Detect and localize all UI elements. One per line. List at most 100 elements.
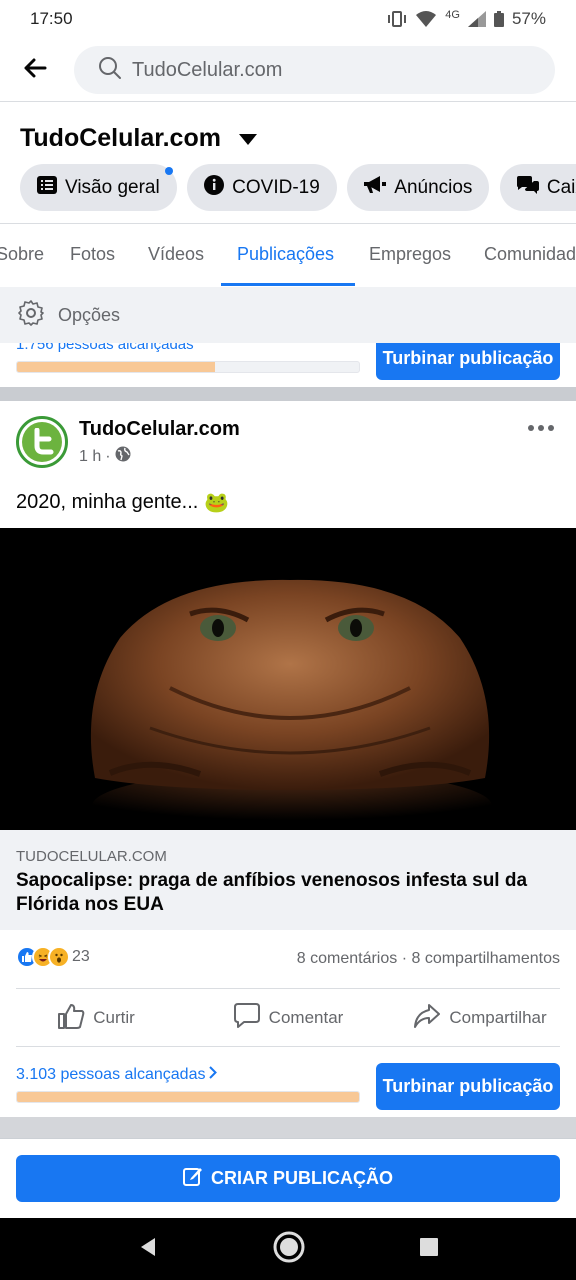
page-title-text: TudoCelular.com xyxy=(20,124,221,152)
page-title[interactable]: TudoCelular.com xyxy=(20,124,257,153)
dot xyxy=(548,425,554,431)
status-icons: 4G 57% xyxy=(387,9,546,29)
chat-icon xyxy=(516,175,539,200)
share-icon xyxy=(413,1003,441,1034)
post-image[interactable] xyxy=(0,528,576,830)
like-button[interactable]: Curtir xyxy=(0,990,192,1046)
tab-posts[interactable]: Publicações xyxy=(237,244,334,265)
network-label: 4G xyxy=(445,9,460,21)
post-time[interactable]: 1 h xyxy=(79,448,101,466)
thumbs-up-icon xyxy=(57,1003,85,1034)
system-nav-bar xyxy=(0,1218,576,1280)
dot xyxy=(538,425,544,431)
home-nav-button[interactable] xyxy=(273,1231,305,1268)
tudocelular-logo-icon xyxy=(22,422,62,462)
post-actions: Curtir Comentar Compartilhar xyxy=(0,990,576,1046)
reach-link[interactable]: 3.103 pessoas alcançadas xyxy=(16,1066,218,1084)
vibrate-icon xyxy=(387,11,407,27)
back-button[interactable] xyxy=(0,44,70,96)
link-title: Sapocalipse: praga de anfíbios venenosos… xyxy=(16,870,528,915)
tab-videos[interactable]: Vídeos xyxy=(148,244,204,265)
post-text-content: 2020, minha gente... xyxy=(16,491,199,513)
create-post-button[interactable]: CRIAR PUBLICAÇÃO xyxy=(16,1155,560,1202)
tab-community[interactable]: Comunidade xyxy=(484,244,576,265)
wifi-icon xyxy=(415,11,437,27)
share-button[interactable]: Compartilhar xyxy=(384,990,576,1046)
comment-label: Comentar xyxy=(268,1008,344,1027)
like-label: Curtir xyxy=(93,1008,135,1027)
chip-ads[interactable]: Anúncios xyxy=(347,164,490,211)
reaction-icons xyxy=(16,946,70,968)
battery-icon xyxy=(493,11,504,27)
arrow-left-icon xyxy=(23,58,47,83)
dot xyxy=(528,425,534,431)
comment-icon xyxy=(233,1002,261,1034)
chip-overview[interactable]: Visão geral xyxy=(20,164,177,211)
post-stats: 8 comentários · 8 compartilhamentos xyxy=(297,950,560,968)
previous-reach-bar xyxy=(16,361,360,373)
caret-down-icon[interactable] xyxy=(238,124,257,153)
share-label: Compartilhar xyxy=(449,1008,547,1027)
divider xyxy=(0,101,576,102)
status-bar: 17:50 4G 57% xyxy=(0,0,576,38)
reach-text: 3.103 pessoas alcançadas xyxy=(16,1066,206,1083)
previous-reach-bar-fill xyxy=(17,362,216,372)
more-options-button[interactable] xyxy=(528,418,554,438)
post-separator xyxy=(0,387,576,401)
search-box[interactable] xyxy=(74,46,555,94)
active-tab-indicator xyxy=(221,283,355,286)
comment-button[interactable]: Comentar xyxy=(192,990,384,1046)
signal-icon xyxy=(467,11,486,27)
divider xyxy=(16,988,560,989)
create-post-label: CRIAR PUBLICAÇÃO xyxy=(211,1168,393,1188)
search-input[interactable] xyxy=(132,58,512,82)
shares-count[interactable]: 8 compartilhamentos xyxy=(411,950,560,967)
boost-button[interactable]: Turbinar publicação xyxy=(376,1063,560,1110)
reaction-count: 23 xyxy=(72,948,90,965)
avatar[interactable] xyxy=(16,416,68,468)
edit-icon xyxy=(183,1166,203,1191)
post-text: 2020, minha gente... 🐸 xyxy=(16,490,229,515)
options-label: Opções xyxy=(58,304,121,325)
post-separator xyxy=(0,1117,576,1138)
post-author[interactable]: TudoCelular.com xyxy=(79,418,240,441)
post-meta: 1 h · xyxy=(79,446,131,467)
chip-inbox[interactable]: Caix xyxy=(499,164,576,211)
tab-jobs[interactable]: Empregos xyxy=(369,244,451,265)
reach-bar-fill xyxy=(17,1092,359,1102)
chip-label: COVID-19 xyxy=(232,176,320,198)
list-icon xyxy=(37,175,57,200)
wow-reaction-icon xyxy=(48,946,70,968)
page-chips: Visão geral COVID-19 Anúncios Caix xyxy=(20,164,576,212)
page-tabs: Sobre Fotos Vídeos Publicações Empregos … xyxy=(0,224,576,286)
chip-label: Anúncios xyxy=(394,176,473,198)
link-preview[interactable]: TUDOCELULAR.COM Sapocalipse: praga de an… xyxy=(0,830,576,930)
back-nav-button[interactable] xyxy=(137,1236,159,1263)
globe-icon xyxy=(115,446,131,467)
notification-dot xyxy=(164,167,173,175)
create-post-bar: CRIAR PUBLICAÇÃO xyxy=(0,1138,576,1218)
chip-label: Caix xyxy=(546,176,576,198)
gear-icon xyxy=(18,299,44,331)
divider xyxy=(16,1046,560,1047)
clock: 17:50 xyxy=(30,9,73,28)
tab-about[interactable]: Sobre xyxy=(0,244,44,265)
megaphone-icon xyxy=(364,175,387,200)
comments-count[interactable]: 8 comentários xyxy=(297,950,398,967)
battery-level: 57% xyxy=(511,9,546,28)
chevron-right-icon xyxy=(209,1066,218,1084)
recents-nav-button[interactable] xyxy=(419,1237,439,1262)
toad-photo xyxy=(90,579,492,830)
tab-photos[interactable]: Fotos xyxy=(70,244,115,265)
search-icon xyxy=(98,56,122,85)
reach-bar xyxy=(16,1091,360,1103)
chip-label: Visão geral xyxy=(65,176,160,198)
link-domain: TUDOCELULAR.COM xyxy=(16,848,167,865)
search-row xyxy=(0,44,576,96)
info-icon xyxy=(204,174,225,201)
frog-emoji: 🐸 xyxy=(204,492,230,514)
options-bar[interactable]: Opções xyxy=(0,287,576,343)
chip-covid[interactable]: COVID-19 xyxy=(187,164,337,211)
reactions-summary[interactable]: 23 xyxy=(16,946,90,968)
separator-dot: · xyxy=(105,447,111,465)
